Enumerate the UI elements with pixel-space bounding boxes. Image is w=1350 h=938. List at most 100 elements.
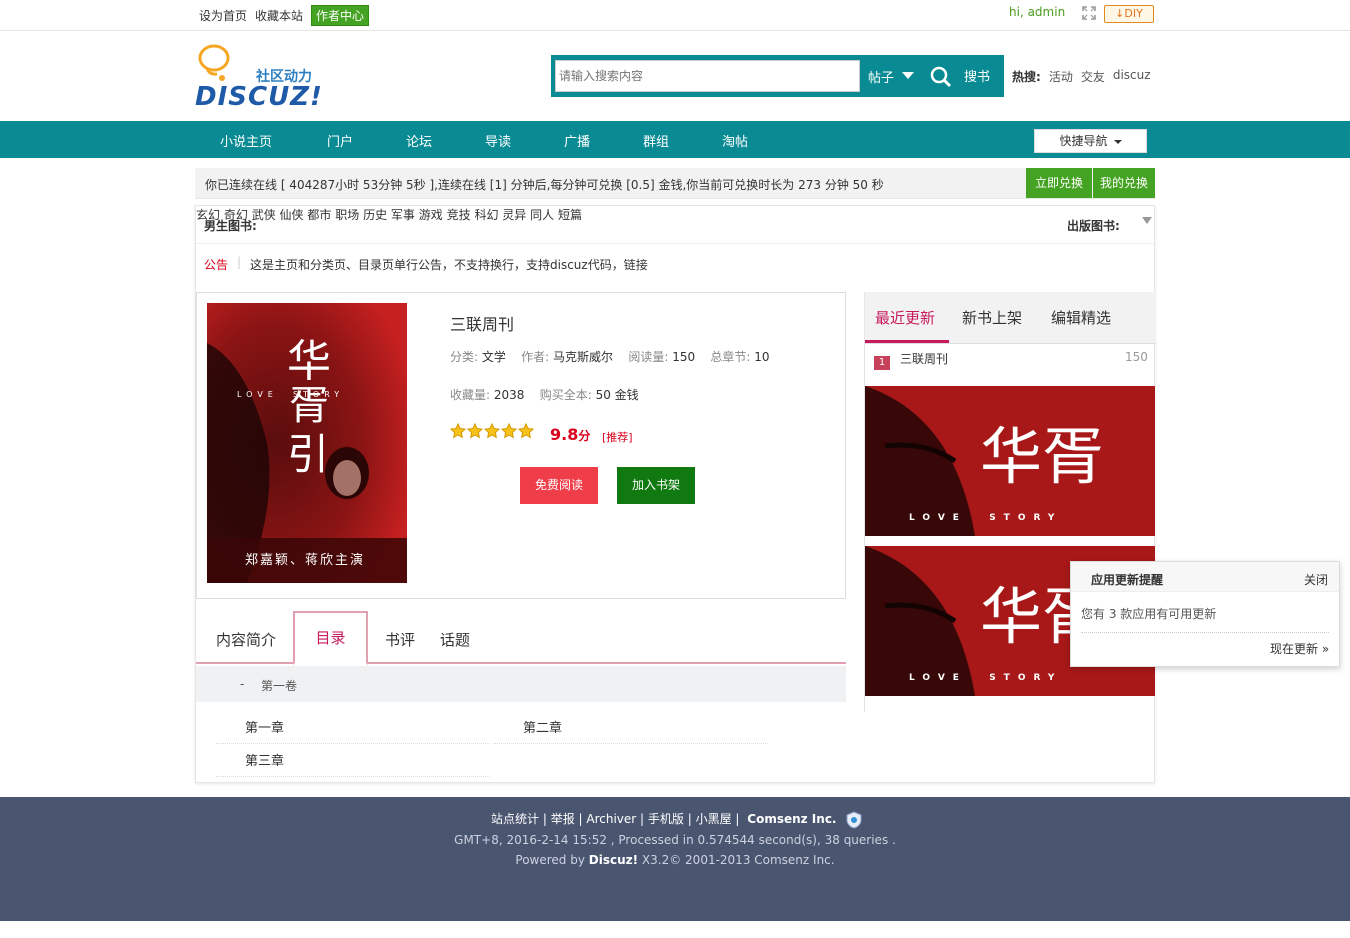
bookmark-link[interactable]: 收藏本站	[255, 7, 303, 24]
tab-toc[interactable]: 目录	[293, 611, 368, 665]
tab-intro[interactable]: 内容简介	[216, 629, 276, 650]
nav-item-guide[interactable]: 导读	[485, 131, 511, 150]
volume-header[interactable]: - 第一卷	[196, 666, 846, 702]
star-icon	[467, 423, 483, 439]
free-read-button[interactable]: 免费阅读	[520, 467, 598, 504]
nav-item-portal[interactable]: 门户	[327, 131, 353, 150]
update-now-link[interactable]: 现在更新 »	[1270, 640, 1329, 657]
shield-icon[interactable]	[846, 810, 862, 829]
footer-link-report[interactable]: 举报	[551, 812, 575, 826]
search-icon[interactable]	[930, 66, 952, 88]
book-title: 三联周刊	[450, 315, 515, 334]
star-icon	[501, 423, 517, 439]
book-cover[interactable]: 华 胥 引 LOVE STORY 郑嘉颖、蒋欣主演	[207, 303, 407, 583]
nav-item-forum[interactable]: 论坛	[406, 131, 432, 150]
author-value[interactable]: 马克斯威尔	[553, 350, 613, 364]
author-center-link[interactable]: 作者中心	[311, 5, 370, 26]
set-home-link[interactable]: 设为首页	[199, 7, 247, 24]
tab-editor-picks[interactable]: 编辑精选	[1051, 307, 1111, 328]
diy-button[interactable]: ↓DIY	[1104, 5, 1154, 23]
nav-item-novel-home[interactable]: 小说主页	[220, 131, 272, 150]
nav-item-broadcast[interactable]: 广播	[564, 131, 590, 150]
category-link[interactable]: 游戏	[419, 208, 443, 222]
main-nav: 小说主页 门户 论坛 导读 广播 群组 淘帖 快捷导航	[0, 121, 1350, 158]
star-icon	[518, 423, 534, 439]
favorites-label: 收藏量:	[450, 388, 491, 402]
rank-book-link[interactable]: 三联周刊	[900, 350, 948, 367]
diy-label: DIY	[1124, 7, 1143, 20]
nav-item-group[interactable]: 群组	[643, 131, 669, 150]
user-area: hi, admin	[1009, 5, 1065, 19]
category-link[interactable]: 仙侠	[280, 208, 304, 222]
footer-powered: Powered by Discuz! X3.2© 2001-2013 Comse…	[0, 853, 1350, 867]
footer-info: GMT+8, 2016-2-14 15:52 , Processed in 0.…	[454, 833, 896, 847]
category-link[interactable]: 竞技	[447, 208, 471, 222]
category-link[interactable]: 军事	[391, 208, 415, 222]
category-link[interactable]: 科幻	[474, 208, 498, 222]
main-content: 男生图书: 玄幻 奇幻 武侠 仙侠 都市 职场 历史 军事 游戏 竞技 科幻 灵…	[195, 205, 1156, 783]
online-text: 你已连续在线 [ 404287小时 53分钟 5秒 ],连续在线 [1] 分钟后…	[205, 178, 884, 192]
recommend-link[interactable]: [推荐]	[602, 429, 633, 445]
hot-term[interactable]: 活动	[1049, 68, 1073, 85]
caret-down-icon	[1113, 139, 1122, 144]
category-link[interactable]: 同人	[530, 208, 554, 222]
tab-new-books[interactable]: 新书上架	[962, 307, 1022, 328]
collapse-icon: -	[240, 677, 245, 691]
notice-text: 这是主页和分类页、目录页单行公告，不支持换行，支持discuz代码，链接	[250, 258, 648, 272]
caret-down-icon[interactable]	[902, 72, 914, 79]
top-links: 设为首页 收藏本站 作者中心	[199, 5, 370, 26]
hot-term[interactable]: discuz	[1113, 68, 1151, 85]
site-logo[interactable]: 社区动力 DISCUZ!	[195, 42, 335, 112]
footer-link-stats[interactable]: 站点统计	[491, 812, 539, 826]
divider: |	[237, 255, 242, 269]
exchange-now-button[interactable]: 立即兑换	[1026, 168, 1092, 198]
active-tab-indicator	[865, 340, 949, 343]
search-type-select[interactable]: 帖子	[868, 67, 894, 86]
tab-recent-updates[interactable]: 最近更新	[875, 307, 935, 328]
category-link[interactable]: 短篇	[558, 208, 582, 222]
category-value[interactable]: 文学	[482, 350, 506, 364]
publish-books-label: 出版图书:	[1067, 219, 1120, 233]
chapter-link[interactable]: 第二章	[494, 714, 768, 744]
chapter-link[interactable]: 第一章	[216, 714, 490, 744]
star-icon	[484, 423, 500, 439]
book-meta-2: 收藏量: 2038 购买全本: 50 金钱	[450, 386, 639, 403]
hot-search: 热搜: 活动 交友 discuz	[1012, 68, 1151, 85]
sidebar-banner[interactable]: 华胥 LOVE STORY	[865, 386, 1155, 536]
nav-item-collection[interactable]: 淘帖	[722, 131, 748, 150]
footer-link-archiver[interactable]: Archiver	[586, 812, 636, 826]
detail-tabs: 内容简介 目录 书评 话题	[196, 611, 846, 665]
hot-term[interactable]: 交友	[1081, 68, 1105, 85]
banner-en-text: LOVE STORY	[909, 673, 1063, 683]
tab-topics[interactable]: 话题	[440, 629, 470, 650]
chapter-link[interactable]: 第三章	[216, 747, 490, 777]
rank-number: 1	[874, 356, 890, 370]
footer-company[interactable]: Comsenz Inc.	[747, 812, 836, 826]
footer-link-mobile[interactable]: 手机版	[648, 812, 684, 826]
category-bar: 男生图书: 玄幻 奇幻 武侠 仙侠 都市 职场 历史 军事 游戏 竞技 科幻 灵…	[196, 206, 1154, 244]
tab-reviews[interactable]: 书评	[385, 629, 415, 650]
category-link[interactable]: 历史	[363, 208, 387, 222]
arrow-down-icon: ↓	[1115, 7, 1125, 20]
category-link[interactable]: 都市	[307, 208, 331, 222]
search-input[interactable]	[555, 60, 860, 92]
powered-brand[interactable]: Discuz!	[589, 853, 638, 867]
quick-nav-button[interactable]: 快捷导航	[1034, 129, 1147, 153]
book-detail: 华 胥 引 LOVE STORY 郑嘉颖、蒋欣主演 三联周刊 分类: 文学 作者…	[196, 292, 846, 599]
category-link[interactable]: 职场	[335, 208, 359, 222]
sidebar-tabs: 最近更新 新书上架 编辑精选	[865, 292, 1156, 344]
expand-icon[interactable]	[1082, 6, 1096, 20]
my-exchange-button[interactable]: 我的兑换	[1093, 168, 1155, 198]
divider	[1081, 632, 1329, 633]
category-link[interactable]: 灵异	[502, 208, 526, 222]
chapters-label: 总章节:	[710, 350, 751, 364]
search-button[interactable]: 搜书	[964, 66, 990, 85]
online-strip: 你已连续在线 [ 404287小时 53分钟 5秒 ],连续在线 [1] 分钟后…	[195, 168, 1155, 199]
footer-links: 站点统计 | 举报 | Archiver | 手机版 | 小黑屋 | Comse…	[491, 810, 862, 829]
score-value: 9.8	[550, 425, 579, 444]
footer-link-blacklist[interactable]: 小黑屋	[696, 812, 732, 826]
caret-down-icon[interactable]	[1142, 217, 1152, 224]
user-greeting-link[interactable]: hi, admin	[1009, 5, 1065, 19]
add-shelf-button[interactable]: 加入书架	[617, 467, 695, 504]
popup-close-button[interactable]: 关闭	[1304, 571, 1328, 588]
